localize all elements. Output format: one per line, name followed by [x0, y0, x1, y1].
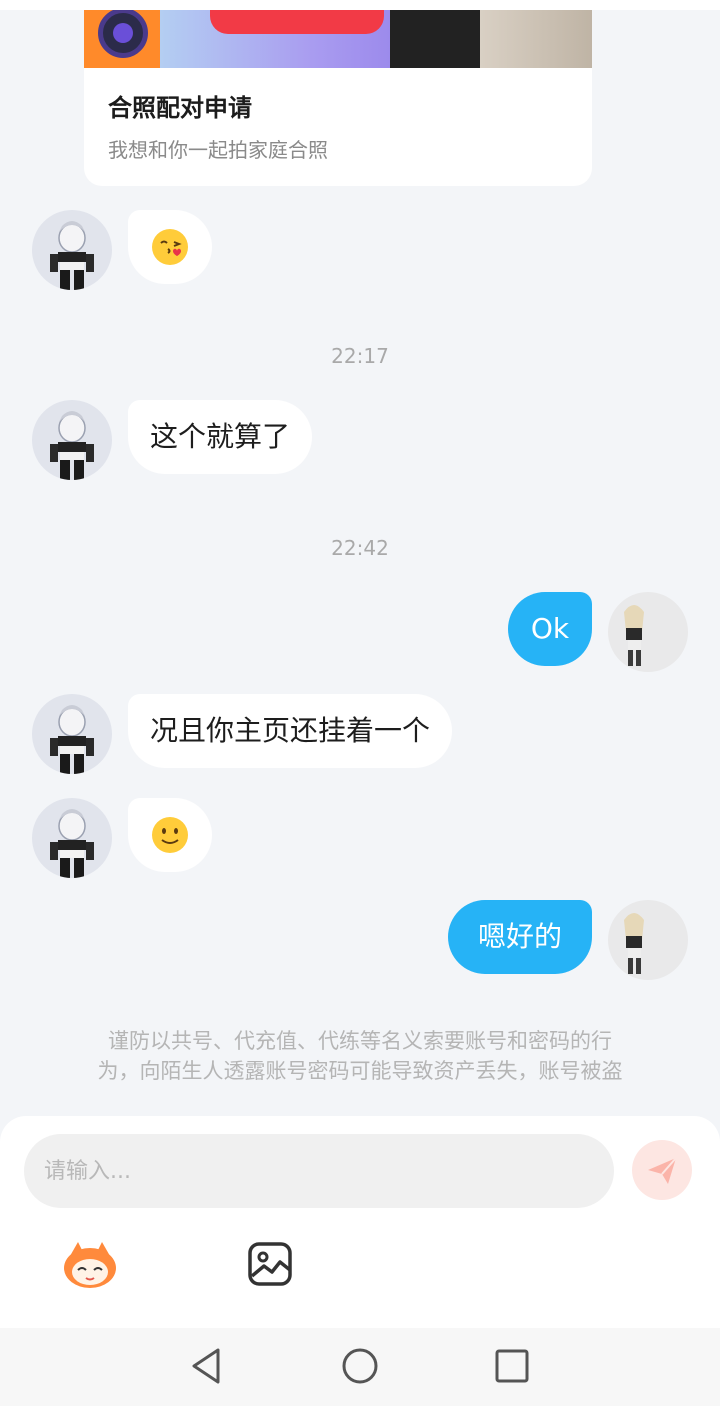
image-button[interactable] [246, 1240, 294, 1288]
send-button[interactable] [632, 1140, 692, 1200]
message-bubble-incoming[interactable]: 况且你主页还挂着一个 [128, 694, 453, 768]
home-circle-icon [342, 1348, 378, 1384]
nav-back-button[interactable] [188, 1346, 228, 1386]
nav-recent-button[interactable] [492, 1346, 532, 1386]
timestamp: 22:17 [331, 344, 389, 368]
message-input[interactable] [24, 1134, 614, 1208]
sticker-mascot-icon [64, 1242, 116, 1288]
card-banner-image [84, 10, 592, 68]
card-subtitle: 我想和你一起拍家庭合照 [108, 138, 328, 162]
my-avatar[interactable] [608, 900, 688, 980]
contact-avatar[interactable] [32, 798, 112, 878]
image-icon [248, 1242, 292, 1286]
message-bubble-incoming[interactable] [128, 798, 212, 872]
sticker-button[interactable] [60, 1236, 120, 1292]
smile-emoji-icon [152, 817, 188, 853]
message-bubble-incoming[interactable]: 这个就算了 [128, 400, 313, 474]
recent-square-icon [495, 1349, 529, 1383]
send-icon [648, 1157, 677, 1184]
back-triangle-icon [192, 1348, 220, 1384]
nav-home-button[interactable] [340, 1346, 380, 1386]
message-bubble-incoming[interactable] [128, 210, 212, 284]
message-bubble-outgoing[interactable]: Ok [508, 592, 592, 666]
status-bar-strip [0, 0, 720, 10]
kiss-emoji-icon [152, 229, 188, 265]
card-title: 合照配对申请 [108, 94, 252, 122]
my-avatar[interactable] [608, 592, 688, 672]
security-notice-line: 为，向陌生人透露账号密码可能导致资产丢失，账号被盗 [97, 1059, 623, 1083]
contact-avatar[interactable] [32, 400, 112, 480]
timestamp: 22:42 [331, 536, 389, 560]
contact-avatar[interactable] [32, 694, 112, 774]
photo-pairing-card[interactable]: 合照配对申请 我想和你一起拍家庭合照 [84, 10, 592, 186]
camera-icon [84, 10, 160, 68]
security-notice: 谨防以共号、代充值、代练等名义索要账号和密码的行 为，向陌生人透露账号密码可能导… [40, 1026, 680, 1086]
contact-avatar[interactable] [32, 210, 112, 290]
message-bubble-outgoing[interactable]: 嗯好的 [448, 900, 592, 974]
security-notice-line: 谨防以共号、代充值、代练等名义索要账号和密码的行 [108, 1029, 612, 1053]
